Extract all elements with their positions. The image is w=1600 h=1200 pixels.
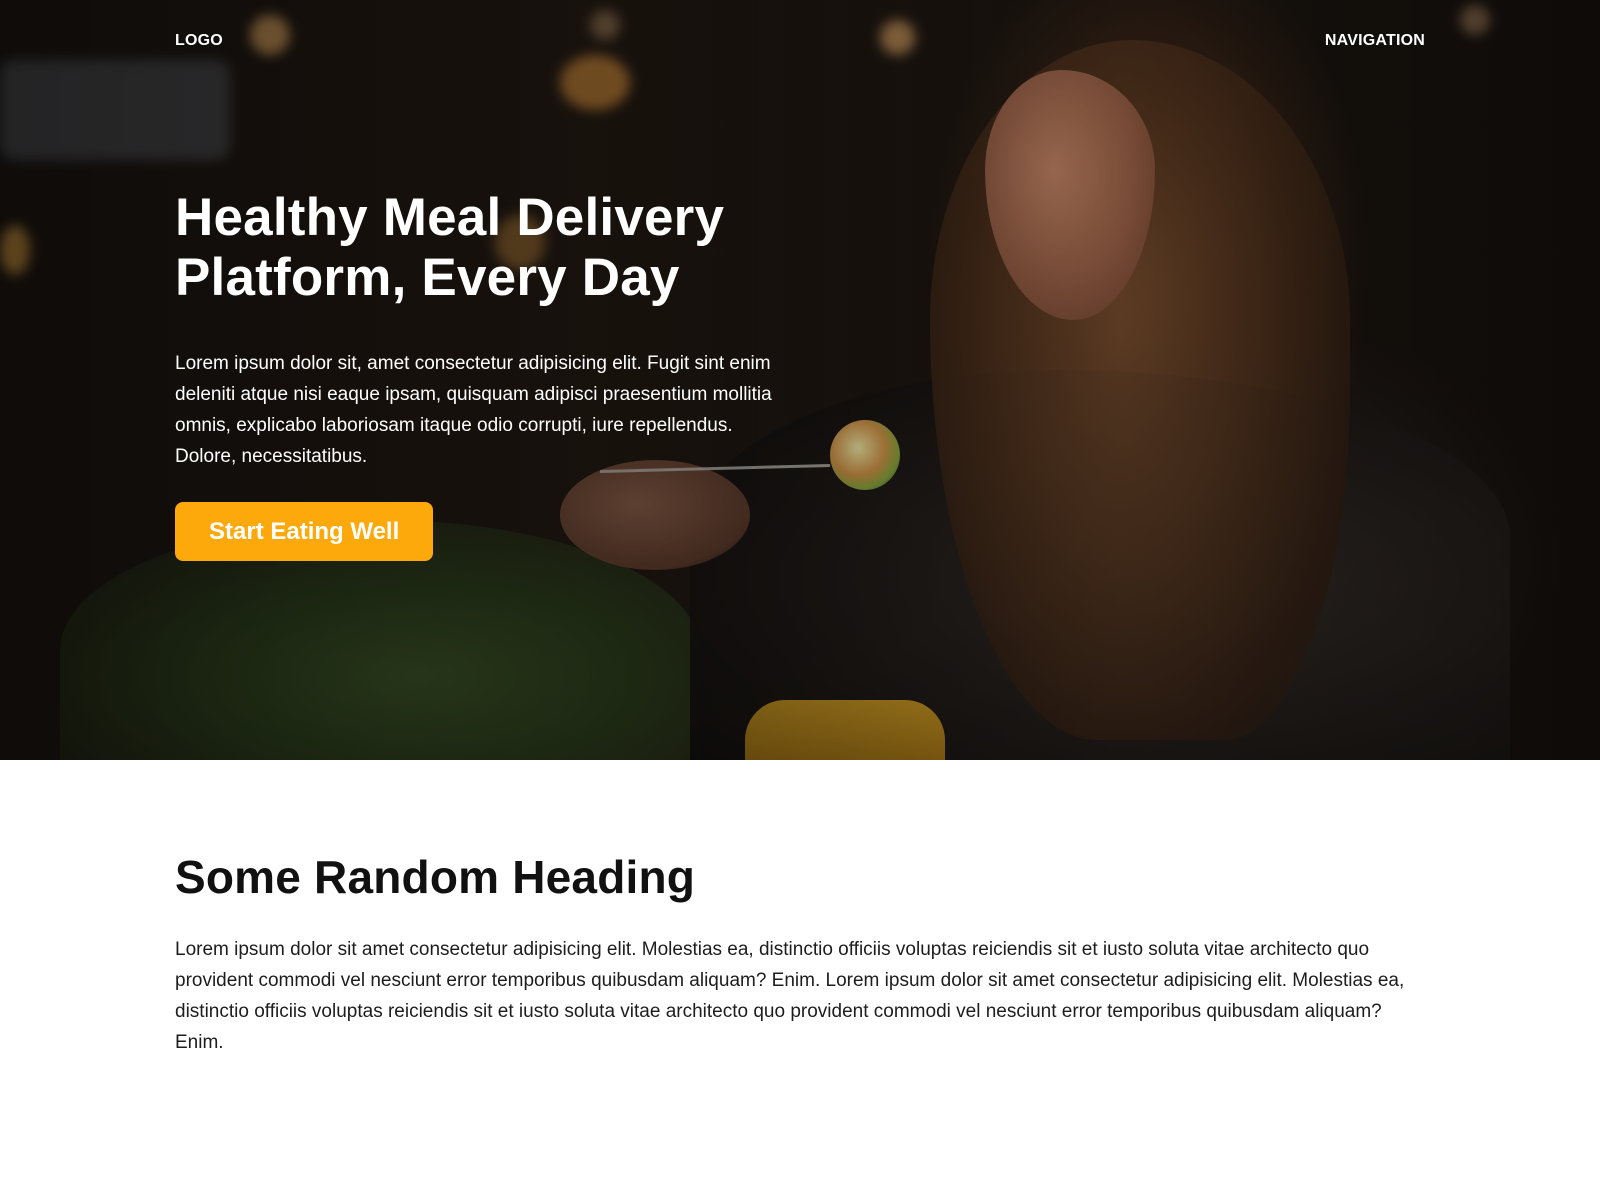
hero-title: Healthy Meal Delivery Platform, Every Da… [175, 188, 805, 308]
content-section: Some Random Heading Lorem ipsum dolor si… [175, 850, 1415, 1058]
top-bar: LOGO NAVIGATION [175, 30, 1425, 52]
start-eating-well-button[interactable]: Start Eating Well [175, 502, 434, 561]
hero-section: LOGO NAVIGATION Healthy Meal Delivery Pl… [0, 0, 1600, 760]
logo-link[interactable]: LOGO [175, 32, 223, 50]
hero-title-line-1: Healthy Meal Delivery [175, 188, 725, 247]
hero-title-line-2: Platform, Every Day [175, 248, 680, 307]
section-body: Lorem ipsum dolor sit amet consectetur a… [175, 939, 1405, 1053]
hero-description: Lorem ipsum dolor sit, amet consectetur … [175, 353, 772, 467]
section-heading: Some Random Heading [175, 851, 696, 903]
hero-content: Healthy Meal Delivery Platform, Every Da… [175, 188, 805, 561]
navigation-link[interactable]: NAVIGATION [1325, 32, 1425, 50]
